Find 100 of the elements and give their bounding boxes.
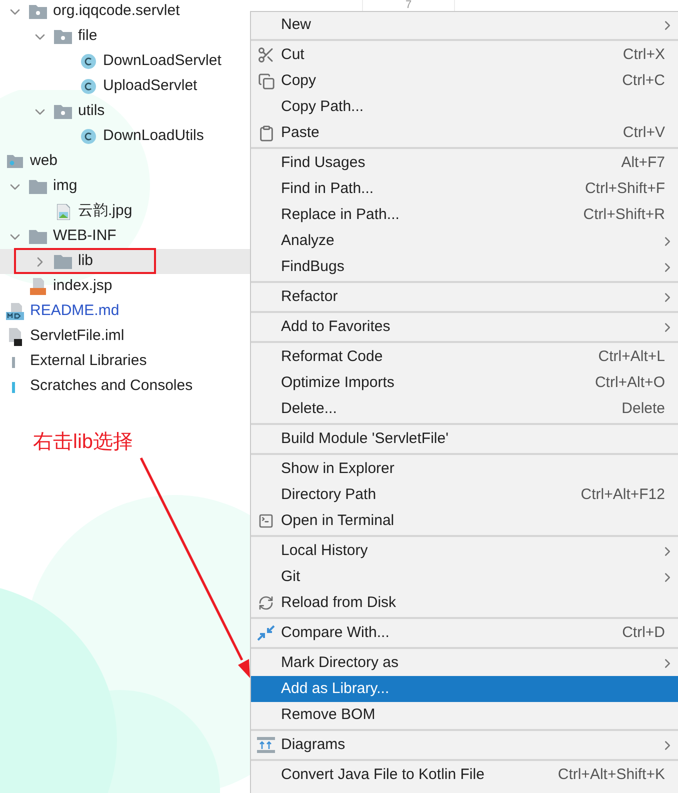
menu-label: Paste [281,122,320,143]
shortcut-text: Alt+F7 [621,152,665,173]
package-folder-icon [29,4,47,18]
menu-item[interactable]: FindBugs [251,254,678,280]
menu-item[interactable]: Refactor [251,284,678,310]
tree-label: DownLoadServlet [103,51,222,72]
menu-item[interactable]: Add to Favorites [251,314,678,340]
tree-label: lib [78,251,94,272]
menu-item[interactable]: Copy Ctrl+C [251,68,678,94]
class-icon [80,129,96,144]
menu-item[interactable]: Analyze [251,228,678,254]
menu-label: Local History [281,540,368,561]
menu-label: New [281,14,312,35]
menu-label: Delete... [281,398,337,419]
menu-item[interactable]: Delete... Delete [251,396,678,422]
scissors-icon [257,46,275,64]
menu-item[interactable]: Find Usages Alt+F7 [251,150,678,176]
tree-row[interactable]: ServletFile.iml [0,324,250,349]
menu-item[interactable]: Git [251,564,678,590]
menu-item[interactable]: Compare With... Ctrl+D [251,620,678,646]
menu-label: Add as Library... [281,678,390,699]
menu-label: Add to Favorites [281,316,390,337]
menu-item[interactable]: Convert Java File to Kotlin File Ctrl+Alt+Shift+K [251,762,678,788]
menu-item[interactable]: Add as Library... [251,676,678,702]
menu-label: Mark Directory as [281,652,399,673]
menu-item[interactable]: Optimize Imports Ctrl+Alt+O [251,370,678,396]
menu-label: Open in Terminal [281,510,394,531]
class-icon [80,54,96,69]
tree-label: file [78,26,98,46]
tree-row[interactable]: External Libraries [0,349,250,374]
menu-item[interactable]: Paste Ctrl+V [251,120,678,146]
menu-label: Show in Explorer [281,458,394,479]
shortcut-text: Ctrl+D [622,622,665,643]
menu-label: Build Module 'ServletFile' [281,428,448,449]
menu-label: Cut [281,44,304,65]
folder-icon [54,254,72,268]
terminal-icon [258,513,274,529]
menu-item[interactable]: Remove BOM [251,702,678,728]
shortcut-text: Ctrl+Alt+Shift+K [558,764,665,785]
tree-row[interactable]: web [0,149,250,174]
shortcut-text: Delete [622,398,665,419]
tree-label: Scratches and Consoles [30,376,193,396]
menu-item[interactable]: Directory Path Ctrl+Alt+F12 [251,482,678,508]
tree-label: WEB-INF [53,226,116,246]
tree-row[interactable]: Scratches and Consoles [0,374,250,399]
menu-item[interactable]: Mark Directory as [251,650,678,676]
shortcut-text: Ctrl+Shift+R [583,204,665,225]
menu-item[interactable]: Open in Terminal [251,508,678,534]
compare-arrows-icon [257,624,275,642]
tree-label: 云韵.jpg [78,201,132,222]
menu-item[interactable]: Copy Path... [251,94,678,120]
menu-label: Remove BOM [281,704,376,725]
tree-row[interactable]: UploadServlet [0,74,250,99]
tree-row[interactable]: file [0,24,250,49]
shortcut-text: Ctrl+C [622,70,665,91]
tree-label: README.md [30,301,120,322]
class-icon [80,79,96,94]
shortcut-text: Ctrl+V [622,122,665,143]
menu-label: Reformat Code [281,346,383,367]
tree-row[interactable]: img [0,174,250,199]
tree-label: img [53,176,78,196]
menu-item[interactable]: Reformat Code Ctrl+Alt+L [251,344,678,370]
menu-label: FindBugs [281,256,344,277]
tree-row[interactable]: lib [0,249,250,274]
menu-item[interactable]: Diagrams [251,732,678,758]
tree-row[interactable]: utils [0,99,250,124]
shortcut-text: Ctrl+X [622,44,665,65]
tree-row[interactable]: DownLoadUtils [0,124,250,149]
shortcut-text: Ctrl+Alt+O [594,372,665,393]
menu-label: Copy [281,70,316,91]
line-number: 7 [405,0,412,11]
menu-label: Reload from Disk [281,592,396,613]
tree-row[interactable]: README.md [0,299,250,324]
tree-label: utils [78,101,105,122]
tree-label: org.iqqcode.servlet [53,1,180,22]
menu-item[interactable]: Local History [251,538,678,564]
menu-item[interactable]: Replace in Path... Ctrl+Shift+R [251,202,678,228]
menu-label: Replace in Path... [281,204,400,225]
tree-label: ServletFile.iml [30,326,124,346]
diagram-icon [257,737,275,753]
tree-row[interactable]: WEB-INF [0,224,250,249]
menu-label: Convert Java File to Kotlin File [281,764,484,785]
menu-item[interactable]: Cut Ctrl+X [251,42,678,68]
menu-item[interactable]: New [251,12,678,38]
tree-row[interactable]: index.jsp [0,274,250,299]
tree-row[interactable]: 云韵.jpg [0,199,250,224]
tree-label: web [30,151,58,172]
menu-item[interactable]: Reload from Disk [251,590,678,616]
menu-item[interactable]: Find in Path... Ctrl+Shift+F [251,176,678,202]
menu-item[interactable]: Show in Explorer [251,456,678,482]
menu-label: Compare With... [281,622,390,643]
web-folder-icon [7,155,23,168]
refresh-icon [258,595,274,611]
tree-row[interactable]: DownLoadServlet [0,49,250,74]
menu-item[interactable]: Build Module 'ServletFile' [251,426,678,452]
tree-row[interactable]: org.iqqcode.servlet [0,0,250,24]
menu-label: Optimize Imports [281,372,394,393]
package-folder-icon [54,30,72,44]
clipboard-icon [258,124,274,142]
tree-label: DownLoadUtils [103,126,204,146]
